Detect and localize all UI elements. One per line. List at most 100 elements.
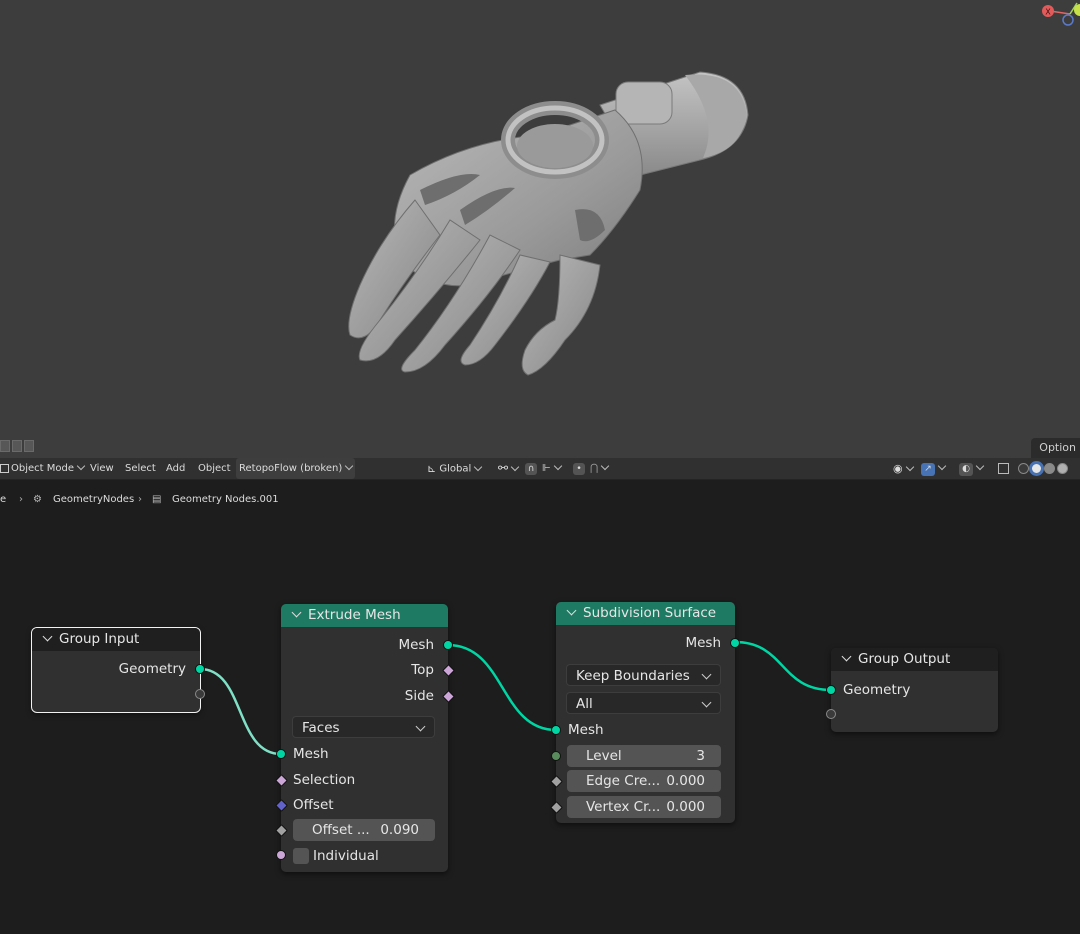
field-value: 3 <box>696 748 705 764</box>
menu-object[interactable]: Object <box>198 458 231 479</box>
node-header[interactable]: Group Output <box>831 648 998 671</box>
mode-selector[interactable]: Object Mode <box>0 458 86 479</box>
gizmo-icon: ↗ <box>921 463 935 476</box>
collapse-chevron-icon[interactable] <box>291 607 302 618</box>
viewport-corner-buttons[interactable] <box>0 440 34 452</box>
orientation-label: Global <box>439 463 472 475</box>
field-label: Vertex Cr... <box>586 799 661 815</box>
socket-label: Geometry <box>118 661 186 677</box>
mode-value: Faces <box>302 720 340 736</box>
node-title: Group Input <box>59 631 140 647</box>
empty-input-socket[interactable] <box>826 709 836 719</box>
mesh-input-socket[interactable] <box>551 725 561 735</box>
socket-label: Mesh <box>568 722 604 738</box>
3d-viewport[interactable]: X Option <box>0 0 1080 458</box>
magnet-icon: ∩ <box>525 463 537 475</box>
toggle-button-3[interactable] <box>24 440 34 452</box>
gizmo-toggle[interactable]: ↗ <box>921 458 947 479</box>
xray-icon <box>998 462 1009 474</box>
vertex-crease-field[interactable]: Vertex Cr... 0.000 <box>567 796 721 818</box>
proportional-edit-toggle[interactable]: • <box>573 458 585 479</box>
node-title: Subdivision Surface <box>583 605 717 621</box>
overlays-icon: ◐ <box>959 463 973 476</box>
options-tab[interactable]: Option <box>1031 438 1080 458</box>
link-icon: ⚯ <box>498 461 509 475</box>
menu-add[interactable]: Add <box>166 458 185 479</box>
breadcrumb-separator-icon: › <box>19 494 23 505</box>
node-header[interactable]: Extrude Mesh <box>281 604 448 627</box>
output-row-side: Side <box>281 685 448 707</box>
toggle-button-1[interactable] <box>0 440 10 452</box>
wireframe-shading-icon[interactable] <box>1018 462 1029 474</box>
transform-orientation[interactable]: ⊾ Global <box>427 458 483 479</box>
menu-select[interactable]: Select <box>125 458 156 479</box>
socket-label: Offset <box>293 797 334 813</box>
object-mode-icon <box>0 463 9 473</box>
overlays-toggle[interactable]: ◐ <box>959 458 985 479</box>
pivot-point-dropdown[interactable]: ⚯ <box>498 458 520 479</box>
material-shading-icon[interactable] <box>1044 462 1055 474</box>
mesh-output-socket[interactable] <box>730 638 740 648</box>
collapse-chevron-icon[interactable] <box>42 631 53 642</box>
solid-shading-icon[interactable] <box>1031 462 1042 474</box>
socket-label: Top <box>411 662 434 678</box>
gizmo-x-label: X <box>1045 8 1051 17</box>
field-label: Level <box>586 748 622 764</box>
output-row-top: Top <box>281 659 448 681</box>
node-group-input[interactable]: Group Input Geometry <box>31 627 205 713</box>
mode-dropdown[interactable]: Faces <box>292 716 435 738</box>
dropdown-value: All <box>576 696 593 712</box>
input-row-geometry: Geometry <box>831 679 998 701</box>
node-header[interactable]: Subdivision Surface <box>556 602 735 625</box>
individual-input-socket[interactable] <box>276 850 286 860</box>
collapse-chevron-icon[interactable] <box>566 605 577 616</box>
shading-modes[interactable] <box>1017 458 1069 479</box>
dropdown-value: Keep Boundaries <box>576 668 690 684</box>
breadcrumb-item-node-tree[interactable]: Geometry Nodes.001 <box>172 490 279 510</box>
menu-retopoflow[interactable]: RetopoFlow (broken) <box>236 458 356 479</box>
output-row-mesh: Mesh <box>281 634 448 656</box>
level-input-socket[interactable] <box>551 751 561 761</box>
node-tree-icon: ▤ <box>152 494 162 505</box>
socket-label: Geometry <box>843 682 911 698</box>
breadcrumb-item-scene[interactable]: e <box>0 490 6 510</box>
breadcrumb-item-modifier[interactable]: GeometryNodes <box>53 490 134 510</box>
snap-toggle[interactable]: ∩ <box>525 458 537 479</box>
snap-target-dropdown[interactable]: ⊩ <box>542 458 562 479</box>
offset-scale-field[interactable]: Offset ... 0.090 <box>293 819 435 841</box>
node-title: Group Output <box>858 651 951 667</box>
input-row-mesh: Mesh <box>281 743 448 765</box>
node-subdivision-surface[interactable]: Subdivision Surface Mesh Keep Boundaries… <box>550 602 740 823</box>
input-row-individual: Individual <box>281 845 448 867</box>
edge-crease-field[interactable]: Edge Cre... 0.000 <box>567 770 721 792</box>
uv-smooth-dropdown[interactable]: All <box>566 692 721 714</box>
field-value: 0.090 <box>380 822 419 838</box>
mesh-input-socket[interactable] <box>276 749 286 759</box>
input-row-selection: Selection <box>281 769 448 791</box>
level-field[interactable]: Level 3 <box>567 745 721 767</box>
chevron-down-icon <box>415 721 426 732</box>
node-header[interactable]: Group Input <box>32 628 200 651</box>
orientation-gizmo[interactable]: X <box>1040 0 1080 30</box>
collapse-chevron-icon[interactable] <box>841 651 852 662</box>
node-title: Extrude Mesh <box>308 607 401 623</box>
menu-view[interactable]: View <box>90 458 114 479</box>
orientation-icon: ⊾ <box>427 462 437 475</box>
xray-toggle[interactable] <box>998 458 1009 479</box>
link-subdivision-to-output <box>734 640 832 692</box>
mesh-output-socket[interactable] <box>443 640 453 650</box>
rendered-shading-icon[interactable] <box>1057 462 1068 474</box>
field-value: 0.000 <box>666 773 705 789</box>
node-group-output[interactable]: Group Output Geometry <box>826 648 998 732</box>
visibility-dropdown[interactable]: ◉ <box>893 458 914 479</box>
geometry-nodes-modifier-icon: ⚙ <box>33 494 42 505</box>
toggle-button-2[interactable] <box>12 440 22 452</box>
boundary-smooth-dropdown[interactable]: Keep Boundaries <box>566 664 721 686</box>
hand-model[interactable] <box>0 0 1080 458</box>
falloff-dropdown[interactable]: ⋂ <box>590 458 610 479</box>
geometry-input-socket[interactable] <box>826 685 836 695</box>
individual-checkbox[interactable] <box>293 848 309 864</box>
node-extrude-mesh[interactable]: Extrude Mesh Mesh Top Side Faces Mesh Se… <box>275 604 455 872</box>
geometry-output-socket[interactable] <box>195 664 205 674</box>
empty-output-socket[interactable] <box>195 689 205 699</box>
